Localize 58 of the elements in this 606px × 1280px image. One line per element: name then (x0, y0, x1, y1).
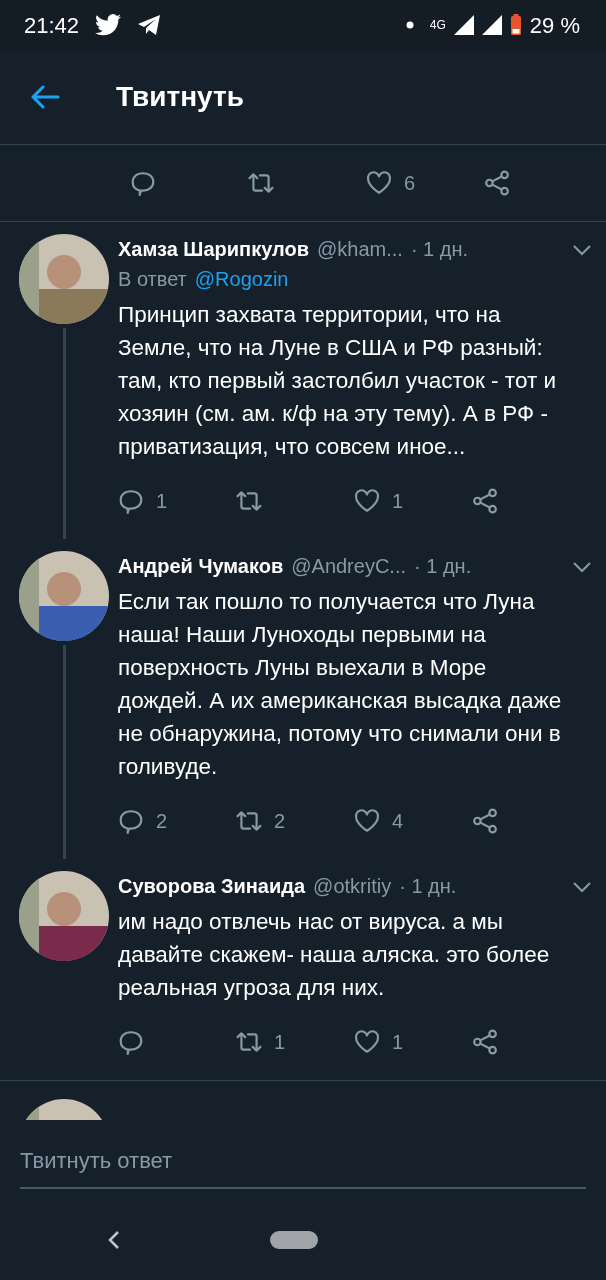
heart-icon[interactable] (354, 1029, 380, 1055)
reply-icon[interactable] (118, 808, 144, 834)
signal-icon (481, 15, 502, 35)
like-count: 4 (392, 809, 404, 834)
signal-icon (453, 15, 474, 35)
reply-count: 2 (156, 809, 168, 834)
home-handle[interactable] (270, 1231, 318, 1249)
share-icon[interactable] (472, 1029, 498, 1055)
chevron-down-icon[interactable] (572, 561, 592, 573)
chevron-left-icon (108, 1230, 120, 1250)
like-count: 1 (392, 489, 404, 514)
post-time: · 1 дн. (410, 237, 469, 262)
heart-icon[interactable] (366, 170, 392, 196)
share-icon[interactable] (472, 808, 498, 834)
retweet-icon[interactable] (236, 1029, 262, 1055)
like-count: 1 (392, 1030, 404, 1055)
reply-count: 1 (156, 489, 168, 514)
chevron-down-icon[interactable] (572, 881, 592, 893)
retweet-count: 1 (274, 1030, 286, 1055)
reply-icon[interactable] (118, 1029, 144, 1055)
network-label: 4G (429, 17, 446, 34)
reply-field[interactable]: Твитнуть ответ (20, 1134, 586, 1189)
post-time: · 1 дн. (399, 874, 457, 899)
tweet-text: Если так пошло то получается что Луна наша! Наши Луноходы первыми на поверхность Луны выехали в Море дождей. А их американская высадка даже не обнаружина, потому что снимали они в голивуде. (118, 588, 563, 781)
heart-icon[interactable] (354, 808, 380, 834)
user-handle: @otkritiy (313, 874, 392, 899)
retweet-count: 2 (274, 809, 286, 834)
author-name: Хамза Шарипкулов (118, 237, 309, 262)
back-button[interactable] (30, 85, 60, 109)
tweet-text: Принцип захвата территории, что на Земле, что на Луне в США и РФ разный: там, кто первый застолбил участок - тот и хозяин (см. ам. к/ф на эту тему). А в РФ - приватизация, что совсем иное... (118, 301, 558, 461)
author-name: Андрей Чумаков (118, 554, 284, 579)
share-icon[interactable] (484, 170, 510, 196)
tweet-text: им надо отвлечь нас от вируса. а мы давайте скажем- наша аляска. это более реальная угроза для них. (118, 908, 551, 1002)
heart-icon[interactable] (354, 488, 380, 514)
reply-label: В ответ (118, 267, 187, 292)
reply-bar[interactable]: Твитнуть ответ (0, 1120, 606, 1200)
paper-plane-icon (137, 14, 162, 36)
retweet-icon[interactable] (248, 170, 274, 196)
share-icon[interactable] (472, 488, 498, 514)
back-arrow-icon (30, 85, 60, 109)
dot-icon (405, 21, 414, 29)
like-count: 6 (404, 171, 416, 196)
page-title: Твитнуть (116, 80, 244, 114)
retweet-icon[interactable] (236, 488, 262, 514)
mention-link[interactable]: @Rogozin (194, 264, 289, 294)
clock-time: 21:42 (24, 11, 80, 40)
chevron-down-icon[interactable] (572, 244, 592, 256)
post-time: · 1 дн. (414, 554, 472, 579)
battery-level: 29 % (529, 11, 580, 40)
author-name: Суворова Зинаида (118, 874, 306, 899)
retweet-icon[interactable] (236, 808, 262, 834)
battery-icon (509, 14, 522, 36)
user-handle: @AndreyC... (291, 554, 407, 579)
user-handle: @kham... (317, 237, 403, 262)
nav-back-button[interactable] (108, 1230, 120, 1250)
bird-icon (95, 14, 122, 36)
reply-icon[interactable] (130, 170, 156, 196)
reply-icon[interactable] (118, 488, 144, 514)
